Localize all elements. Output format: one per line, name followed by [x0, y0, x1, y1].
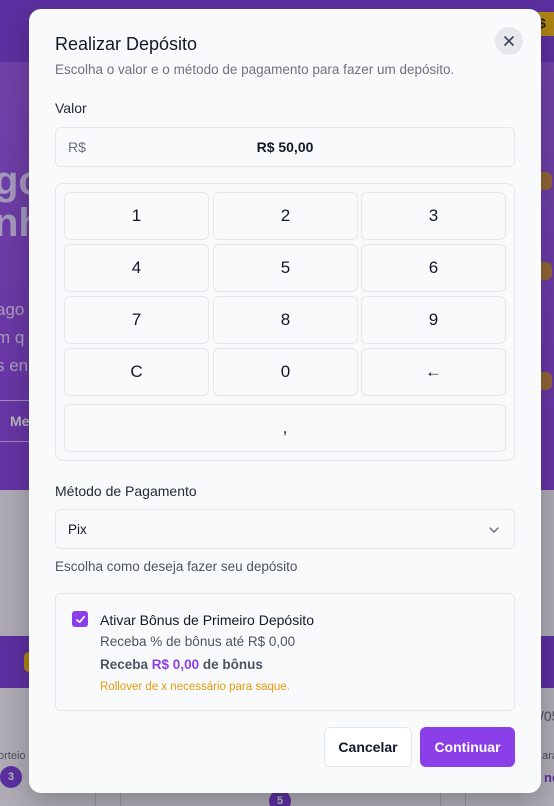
bonus-checkbox[interactable]: [72, 611, 88, 627]
payment-method-label: Método de Pagamento: [55, 483, 197, 499]
payment-method-hint: Escolha como deseja fazer seu depósito: [55, 559, 298, 574]
amount-value: R$ 50,00: [256, 139, 314, 155]
keypad-key-1[interactable]: 1: [64, 192, 209, 240]
modal-description: Escolha o valor e o método de pagamento …: [55, 62, 455, 77]
amount-input[interactable]: R$ R$ 50,00: [55, 127, 515, 167]
check-icon: [75, 615, 85, 623]
rollover-note: Rollover de x necessário para saque.: [100, 681, 290, 693]
close-button[interactable]: [495, 27, 523, 55]
continue-button[interactable]: Continuar: [420, 727, 515, 767]
keypad-key-7[interactable]: 7: [64, 296, 209, 344]
bonus-panel: Ativar Bônus de Primeiro Depósito Receba…: [55, 593, 515, 711]
payment-method-select[interactable]: Pix: [55, 509, 515, 549]
modal-title: Realizar Depósito: [55, 34, 198, 54]
cancel-button[interactable]: Cancelar: [324, 727, 412, 767]
keypad-key-backspace[interactable]: ←: [361, 348, 506, 396]
deposit-modal: Realizar Depósito Escolha o valor e o mé…: [29, 9, 541, 793]
bonus-amount-line: Receba R$ 0,00 de bônus: [100, 657, 263, 672]
chevron-down-icon: [489, 527, 499, 533]
close-icon: [504, 36, 514, 46]
bonus-amount-suffix: de bônus: [202, 657, 263, 672]
keypad-key-0[interactable]: 0: [213, 348, 358, 396]
keypad-key-6[interactable]: 6: [361, 244, 506, 292]
payment-method-value: Pix: [68, 522, 87, 537]
keypad-key-4[interactable]: 4: [64, 244, 209, 292]
keypad-key-2[interactable]: 2: [213, 192, 358, 240]
bonus-description: Receba % de bônus até R$ 0,00: [100, 634, 296, 649]
backspace-arrow-icon: ←: [425, 362, 442, 381]
bonus-amount-prefix: Receba: [100, 657, 149, 672]
keypad-key-8[interactable]: 8: [213, 296, 358, 344]
keypad-key-comma[interactable]: ,: [64, 404, 506, 452]
bonus-amount: R$ 0,00: [151, 657, 200, 672]
keypad-key-3[interactable]: 3: [361, 192, 506, 240]
bonus-title: Ativar Bônus de Primeiro Depósito: [100, 612, 314, 628]
keypad-key-clear[interactable]: C: [64, 348, 209, 396]
keypad-key-9[interactable]: 9: [361, 296, 506, 344]
keypad-key-5[interactable]: 5: [213, 244, 358, 292]
numeric-keypad: 1 2 3 4 5 6 7 8 9 C 0 ← ,: [55, 183, 515, 461]
amount-label: Valor: [55, 100, 87, 116]
